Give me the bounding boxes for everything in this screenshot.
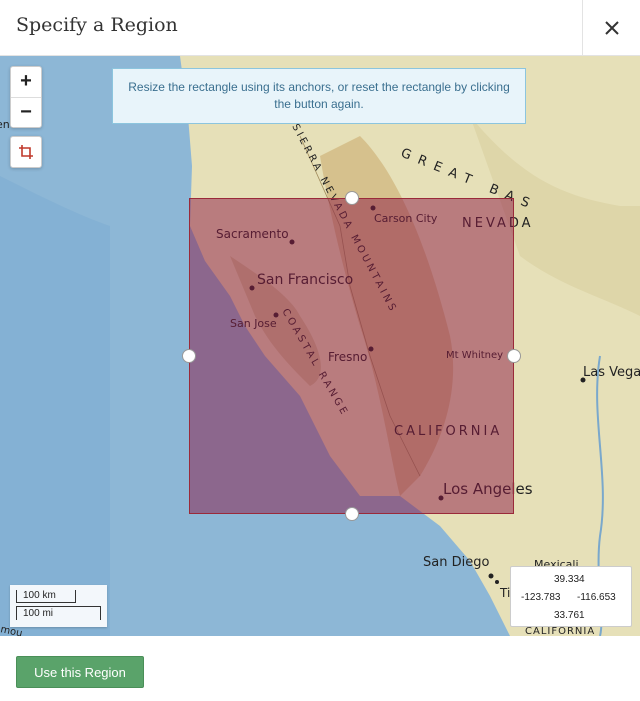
crop-icon: [19, 145, 33, 159]
bounds-readout: 39.334 -123.783 -116.653 33.761: [510, 566, 632, 627]
zoom-in-button[interactable]: +: [11, 67, 41, 98]
west-bound: -123.783: [521, 592, 561, 603]
map-view[interactable]: Sacramento San Francisco San Jose Fresno…: [0, 56, 640, 636]
zoom-out-button[interactable]: −: [11, 98, 41, 128]
south-bound: 33.761: [554, 610, 585, 621]
close-icon: [604, 21, 619, 35]
close-button[interactable]: [582, 0, 640, 56]
city-label: San Diego: [423, 555, 489, 570]
selection-rectangle[interactable]: [189, 198, 514, 514]
instruction-tooltip: Resize the rectangle using its anchors, …: [112, 68, 526, 124]
zoom-control: + −: [10, 66, 42, 128]
scale-mi: 100 mi: [16, 606, 101, 620]
draw-rectangle-button[interactable]: [10, 136, 42, 168]
city-label: Ti: [499, 586, 510, 600]
resize-handle-right[interactable]: [507, 349, 521, 363]
scale-km: 100 km: [16, 590, 76, 603]
dialog-title: Specify a Region: [16, 14, 178, 36]
scale-bar: 100 km 100 mi: [10, 585, 107, 627]
resize-handle-left[interactable]: [182, 349, 196, 363]
dialog-header: Specify a Region: [0, 0, 640, 56]
use-region-button[interactable]: Use this Region: [16, 656, 144, 688]
city-label: Las Vegas: [583, 365, 640, 380]
resize-handle-top[interactable]: [345, 191, 359, 205]
resize-handle-bottom[interactable]: [345, 507, 359, 521]
east-bound: -116.653: [577, 592, 616, 603]
north-bound: 39.334: [554, 574, 585, 585]
region-label: CALIFORNIA: [525, 626, 595, 636]
